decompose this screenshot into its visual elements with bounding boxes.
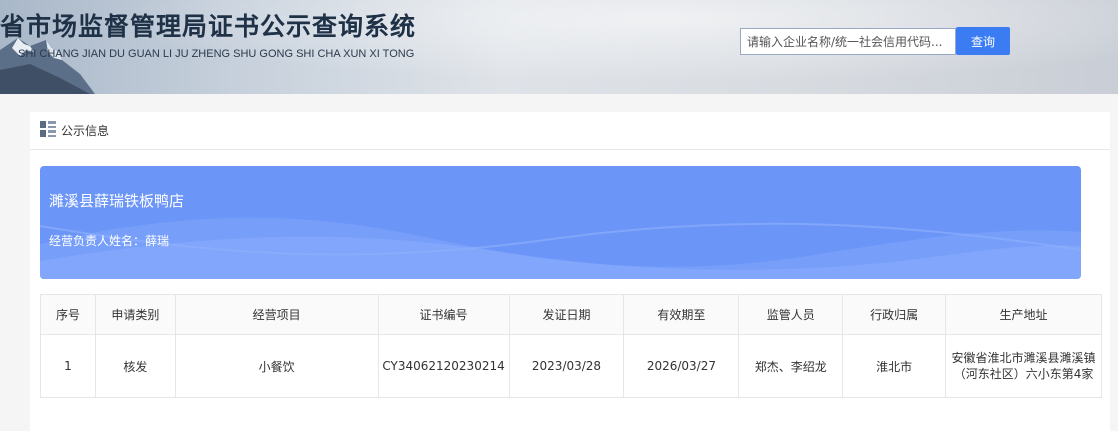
- col-header: 生产地址: [945, 294, 1102, 335]
- col-header: 行政归属: [842, 294, 947, 335]
- info-panel: 公示信息 濉溪县薛瑞铁板鸭店 经营负责人姓名：薛瑞 序号 申请类别 经营项目 证…: [30, 112, 1110, 431]
- table-cell: 郑杰、李绍龙: [738, 334, 844, 398]
- page-subtitle: SHI CHANG JIAN DU GUAN LI JU ZHENG SHU G…: [18, 48, 415, 60]
- col-header: 发证日期: [508, 294, 625, 335]
- search-input[interactable]: [740, 28, 956, 55]
- responsible-person: 经营负责人姓名：薛瑞: [49, 234, 170, 248]
- col-header: 有效期至: [623, 294, 740, 335]
- page-title: 省市场监督管理局证书公示查询系统: [0, 12, 417, 41]
- panel-header: 公示信息: [30, 112, 1110, 150]
- certificate-table: 序号 申请类别 经营项目 证书编号 发证日期 有效期至 监管人员 行政归属 生产…: [40, 294, 1102, 398]
- table-row: 1 核发 小餐饮 CY34062120230214 2023/03/28 202…: [40, 334, 1102, 398]
- table-cell: 2026/03/27: [623, 334, 740, 398]
- banner-waves: [40, 217, 1081, 279]
- col-header: 申请类别: [94, 294, 176, 335]
- table-cell: 2023/03/28: [508, 334, 625, 398]
- search-button[interactable]: 查询: [956, 27, 1010, 55]
- table-cell: 淮北市: [842, 334, 947, 398]
- col-header: 监管人员: [738, 294, 844, 335]
- header-banner: 省市场监督管理局证书公示查询系统 SHI CHANG JIAN DU GUAN …: [0, 0, 1118, 94]
- table-cell: 1: [40, 334, 96, 398]
- table-cell: 核发: [94, 334, 176, 398]
- table-cell-address: 安徽省淮北市濉溪县濉溪镇（河东社区）六小东第4家: [945, 334, 1102, 398]
- company-banner: 濉溪县薛瑞铁板鸭店 经营负责人姓名：薛瑞: [40, 166, 1081, 279]
- table-cell: CY34062120230214: [377, 334, 510, 398]
- table-header-row: 序号 申请类别 经营项目 证书编号 发证日期 有效期至 监管人员 行政归属 生产…: [40, 294, 1102, 335]
- col-header: 经营项目: [174, 294, 379, 335]
- panel-title: 公示信息: [61, 124, 110, 138]
- company-name: 濉溪县薛瑞铁板鸭店: [49, 192, 185, 210]
- list-icon: [40, 121, 56, 141]
- col-header: 证书编号: [377, 294, 510, 335]
- col-header: 序号: [40, 294, 96, 335]
- table-cell: 小餐饮: [174, 334, 379, 398]
